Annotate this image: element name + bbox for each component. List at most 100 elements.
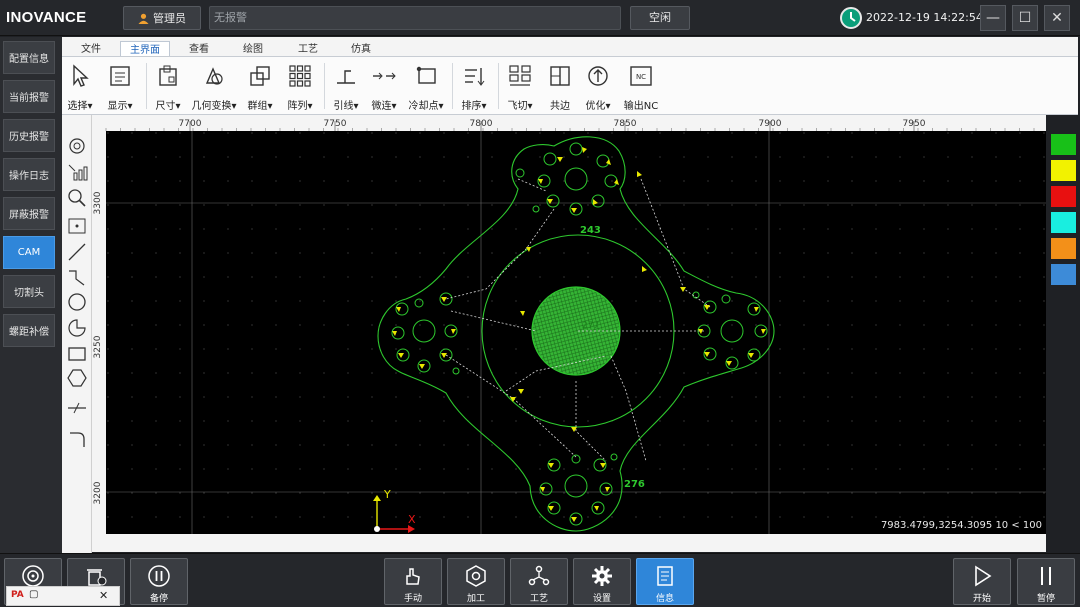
- manual-button[interactable]: 手动: [384, 558, 442, 605]
- standby-label: 备停: [149, 594, 168, 604]
- group-icon: [250, 66, 270, 86]
- common-edge-icon: [550, 66, 570, 86]
- sidebar-item-config[interactable]: 配置信息: [3, 41, 55, 74]
- sidebar-item-cam[interactable]: CAM: [3, 236, 55, 269]
- process-nodes-icon: [528, 565, 550, 586]
- color-swatch[interactable]: [1051, 264, 1076, 285]
- fillet-icon[interactable]: [66, 427, 88, 449]
- machining-label: 加工: [466, 594, 485, 604]
- pause-circle-icon: [148, 565, 170, 587]
- bottom-bar: 备停 手动 加工 工艺 设置 信息 开始 暂停: [0, 553, 1080, 607]
- settings-button[interactable]: 设置: [573, 558, 631, 605]
- machining-button[interactable]: 加工: [447, 558, 505, 605]
- ruler-x-label: 7900: [759, 119, 782, 129]
- start-label: 开始: [972, 594, 991, 604]
- split-icon[interactable]: [66, 397, 88, 419]
- maximize-icon: ☐: [1018, 10, 1032, 26]
- gear-icon: [592, 566, 612, 586]
- color-swatch[interactable]: [1051, 186, 1076, 207]
- top-bar: INOVANCE 管理员 无报警 空闲 2022-12-19 14:22:54 …: [0, 0, 1080, 36]
- minimize-icon: —: [986, 10, 1000, 26]
- sort-label: 排序▾: [461, 101, 487, 112]
- close-icon: ✕: [1051, 10, 1063, 26]
- grid-array-icon: [289, 65, 311, 87]
- micro-joint-icon: [373, 72, 396, 80]
- color-swatch[interactable]: [1051, 212, 1076, 233]
- user-icon: [138, 13, 149, 24]
- ruler-x-label: 7750: [324, 119, 347, 129]
- ruler-y-label: 3300: [93, 191, 103, 214]
- info-button[interactable]: 信息: [636, 558, 694, 605]
- cooling-point-label: 冷却点▾: [408, 101, 444, 112]
- select-arrow-icon: [73, 64, 89, 87]
- sort-icon: [465, 68, 485, 86]
- pa-close-icon[interactable]: ✕: [99, 589, 108, 602]
- machining-icon: [466, 565, 486, 587]
- fly-cut-icon: [509, 65, 531, 86]
- sidebar-item-cut-head[interactable]: 切割头: [3, 275, 55, 308]
- bar-chart-icon[interactable]: [66, 161, 88, 183]
- color-swatch[interactable]: [1051, 134, 1076, 155]
- arc-icon[interactable]: [66, 317, 88, 339]
- point-icon[interactable]: [66, 215, 88, 237]
- hand-icon: [406, 568, 420, 585]
- sidebar-item-history-alarm[interactable]: 历史报警: [3, 119, 55, 152]
- part-label-top: 243: [580, 225, 601, 236]
- display-button[interactable]: 显示▾: [94, 61, 146, 113]
- process-button[interactable]: 工艺: [510, 558, 568, 605]
- user-button[interactable]: 管理员: [123, 6, 201, 30]
- app-logo: INOVANCE: [6, 9, 87, 26]
- pa-label: PA: [11, 590, 24, 600]
- geo-transform-button[interactable]: 几何变换▾: [188, 61, 240, 113]
- polygon-icon[interactable]: [66, 367, 88, 389]
- sidebar-item-pitch-comp[interactable]: 螺距补偿: [3, 314, 55, 347]
- info-label: 信息: [655, 594, 674, 604]
- drawing-canvas[interactable]: 243 276 277 Y X 7983.4799,3254.3095 10 <…: [106, 131, 1046, 534]
- array-button[interactable]: 阵列▾: [274, 61, 326, 113]
- optimize-icon: [588, 66, 608, 86]
- cooling-point-icon: [416, 66, 436, 84]
- ruler-y-label: 3200: [93, 481, 103, 504]
- minimize-button[interactable]: —: [980, 5, 1006, 31]
- pa-strip[interactable]: PA ▢ ✕: [6, 586, 120, 606]
- sort-button[interactable]: 排序▾: [448, 61, 500, 113]
- ribbon-toolbar: 选择▾ 显示▾ 尺寸▾ 几何变换▾ 群组▾ 阵列▾ 引线▾ 微连▾ 冷却点▾ 排…: [62, 56, 1078, 115]
- start-button[interactable]: 开始: [953, 558, 1011, 605]
- close-button[interactable]: ✕: [1044, 5, 1070, 31]
- sidebar-item-mask-alarm[interactable]: 屏蔽报警: [3, 197, 55, 230]
- color-swatch[interactable]: [1051, 238, 1076, 259]
- standby-button[interactable]: 备停: [130, 558, 188, 605]
- polyline-icon[interactable]: [66, 267, 88, 289]
- maximize-button[interactable]: ☐: [1012, 5, 1038, 31]
- line-icon[interactable]: [66, 241, 88, 263]
- machine-state: 空闲: [630, 6, 690, 30]
- datetime: 2022-12-19 14:22:54: [866, 11, 983, 24]
- cooling-point-button[interactable]: 冷却点▾: [400, 61, 452, 113]
- alarm-field[interactable]: 无报警: [209, 6, 621, 30]
- lead-icon: [337, 70, 355, 84]
- sidebar: 配置信息 当前报警 历史报警 操作日志 屏蔽报警 CAM 切割头 螺距补偿: [0, 37, 62, 553]
- user-label: 管理员: [153, 12, 186, 25]
- target-icon[interactable]: [66, 135, 88, 157]
- drawing-tools: [62, 115, 92, 553]
- sidebar-item-log[interactable]: 操作日志: [3, 158, 55, 191]
- circle-icon[interactable]: [66, 291, 88, 313]
- rectangle-icon[interactable]: [66, 343, 88, 365]
- clock-icon: [840, 7, 862, 29]
- canvas-drawing: 243 276 277 Y X: [106, 131, 1046, 534]
- export-nc-button[interactable]: NC 输出NC: [615, 61, 667, 113]
- color-swatch[interactable]: [1051, 160, 1076, 181]
- size-button[interactable]: 尺寸▾: [142, 61, 194, 113]
- geo-transform-label: 几何变换▾: [191, 101, 237, 112]
- axis-x-label: X: [408, 513, 416, 526]
- axis-y-label: Y: [383, 488, 391, 501]
- nc-file-icon: NC: [630, 66, 652, 86]
- pause-button[interactable]: 暂停: [1017, 558, 1075, 605]
- pause-label: 暂停: [1036, 594, 1055, 604]
- target-circle-icon: [22, 565, 44, 587]
- nc-icon-text: NC: [636, 73, 646, 81]
- ruler-x-label: 7950: [903, 119, 926, 129]
- display-icon: [110, 66, 130, 86]
- sidebar-item-current-alarm[interactable]: 当前报警: [3, 80, 55, 113]
- zoom-icon[interactable]: [66, 187, 88, 209]
